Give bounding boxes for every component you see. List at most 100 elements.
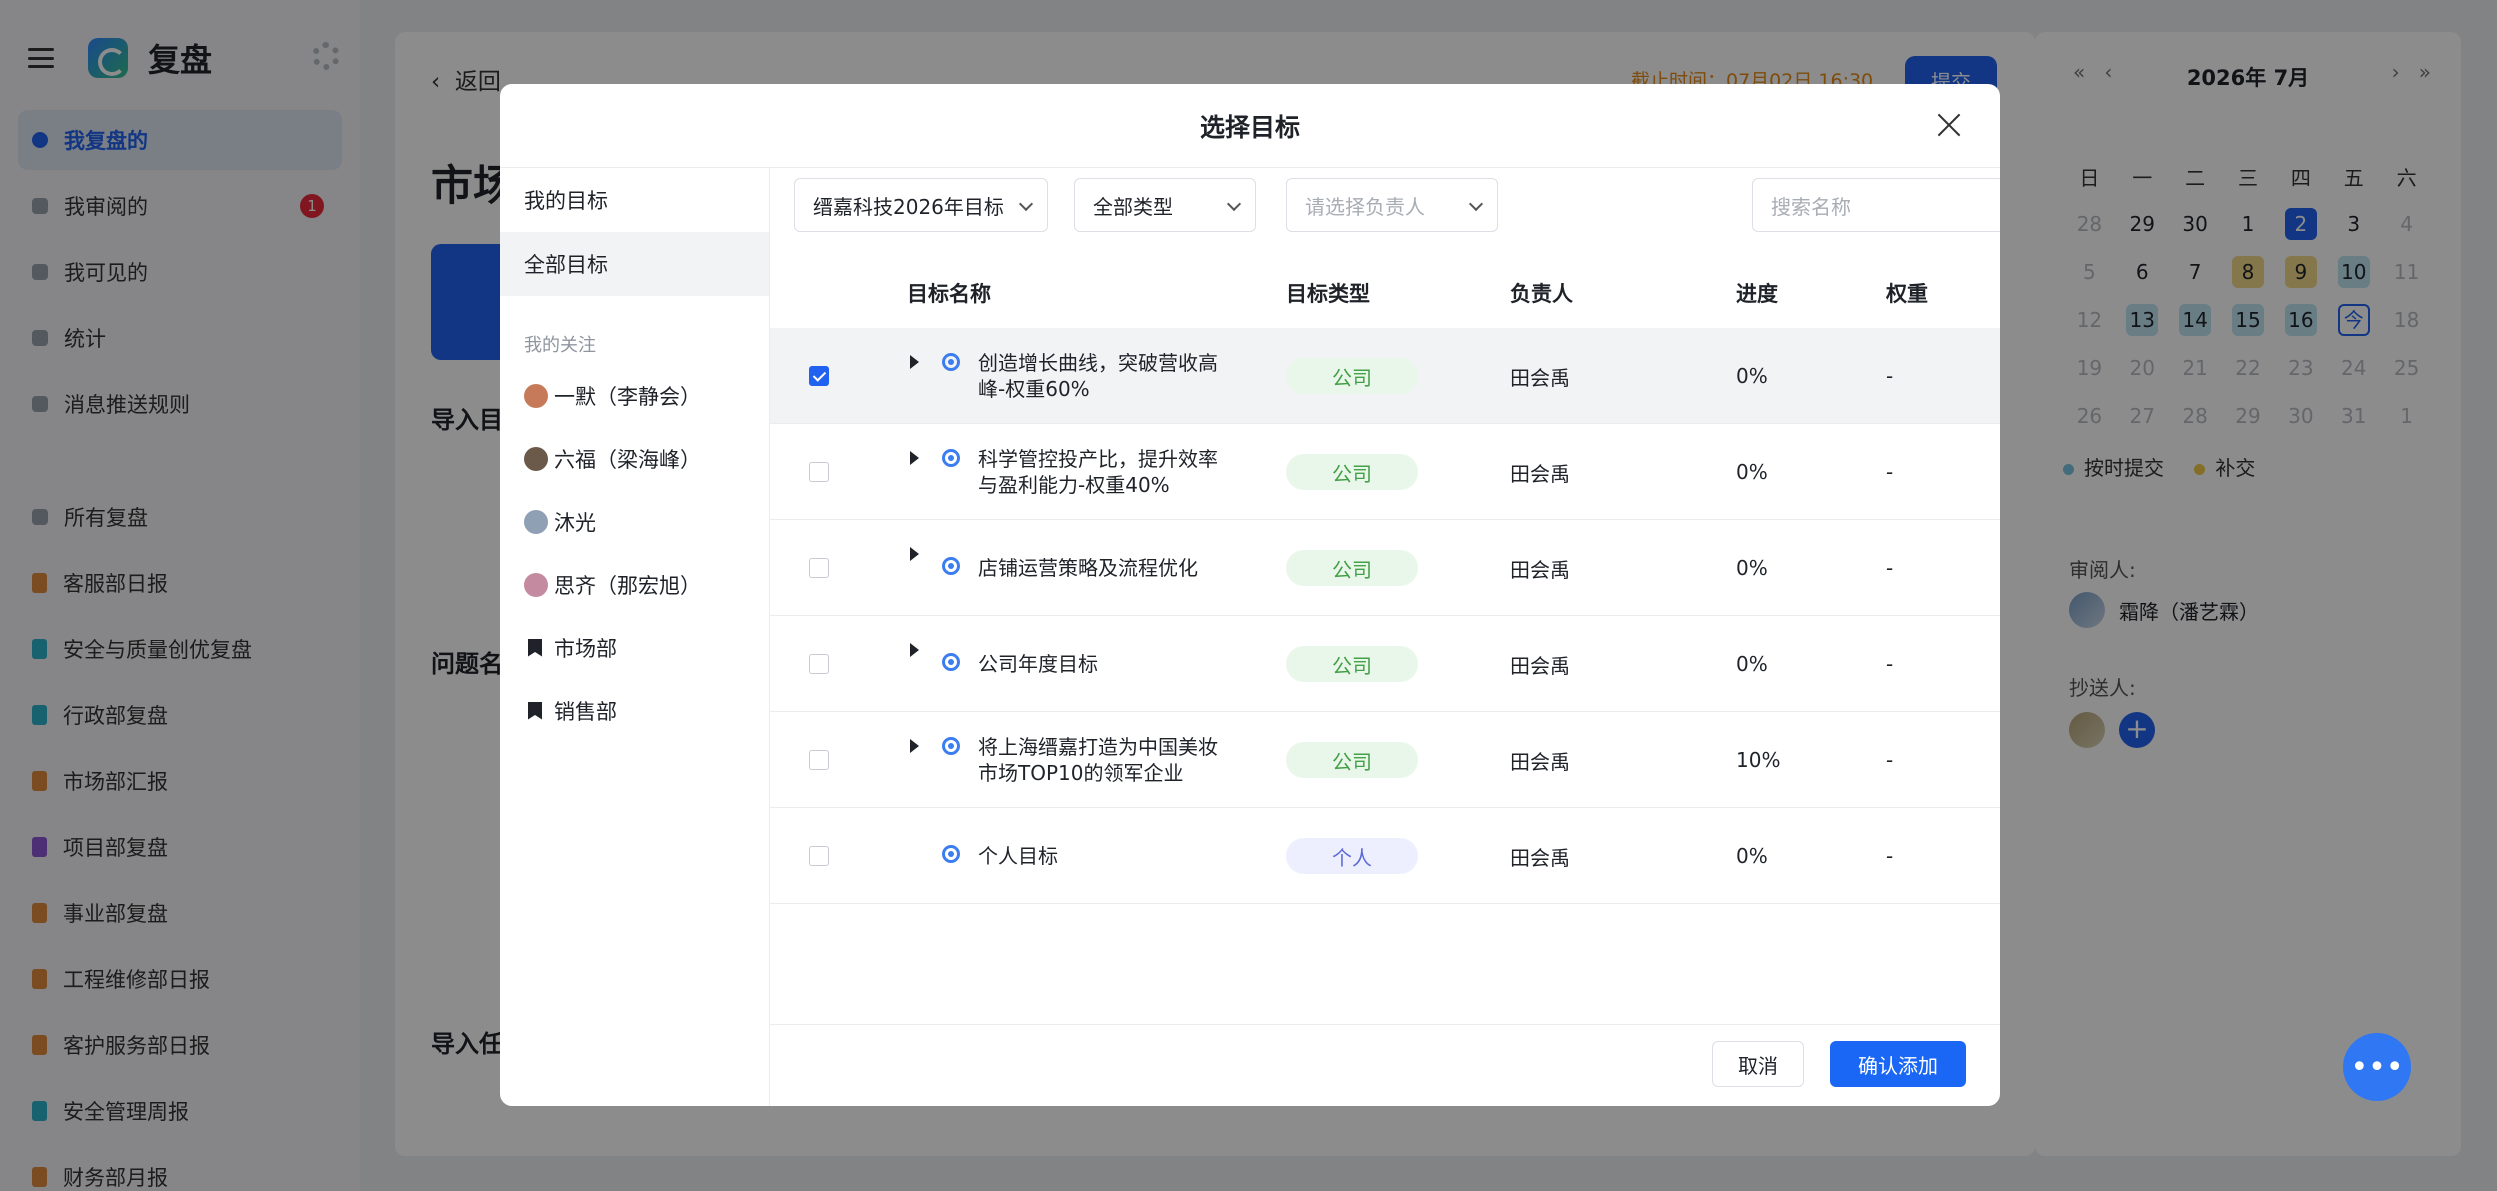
left-nav-item-0[interactable]: 我的目标 — [500, 168, 769, 232]
owner-cell: 田会禹 — [1510, 365, 1570, 390]
goal-name-cell: 店铺运营策略及流程优化 — [978, 520, 1218, 616]
row-checkbox[interactable] — [809, 366, 829, 386]
expand-caret-icon[interactable] — [910, 547, 919, 561]
weight-cell: - — [1886, 748, 1894, 772]
table-row[interactable]: 个人目标 个人 田会禹 0% - — [770, 808, 2000, 904]
follow-item-1[interactable]: 六福（梁海峰） — [500, 427, 769, 490]
owner-cell: 田会禹 — [1510, 749, 1570, 774]
owner-cell: 田会禹 — [1510, 461, 1570, 486]
goal-type-tag: 公司 — [1286, 742, 1418, 778]
checkbox-cell — [809, 616, 829, 712]
expand-caret-icon[interactable] — [910, 355, 919, 369]
follow-item-4[interactable]: 市场部 — [500, 616, 769, 679]
goal-name: 将上海缙嘉打造为中国美妆市场TOP10的领军企业 — [978, 735, 1218, 785]
col-goal-name: 目标名称 — [907, 282, 991, 306]
weight-cell: - — [1886, 364, 1894, 388]
modal-footer: 取消 确认添加 — [770, 1024, 2000, 1106]
follow-item-label: 六福（梁海峰） — [554, 447, 701, 472]
expand-caret-icon[interactable] — [910, 451, 919, 465]
left-nav-item-1[interactable]: 全部目标 — [500, 232, 769, 296]
target-icon — [942, 557, 960, 575]
target-icon — [942, 653, 960, 671]
follow-item-label: 沐光 — [554, 510, 596, 535]
goal-name-cell: 将上海缙嘉打造为中国美妆市场TOP10的领军企业 — [978, 712, 1218, 808]
table-row[interactable]: 公司年度目标 公司 田会禹 0% - — [770, 616, 2000, 712]
target-icon — [942, 845, 960, 863]
expand-cell — [910, 424, 919, 520]
weight-cell: - — [1886, 652, 1894, 676]
avatar — [524, 572, 548, 597]
goalset-select[interactable]: 缙嘉科技2026年目标 — [794, 178, 1048, 232]
table-row[interactable]: 科学管控投产比，提升效率与盈利能力-权重40% 公司 田会禹 0% - — [770, 424, 2000, 520]
checkbox-cell — [809, 808, 829, 904]
modal-left-nav: 我的目标 全部目标 我的关注 一默（李静会） 六福（梁海峰） 沐光 思齐（那宏旭） 市场部… — [500, 168, 770, 1106]
owner-select[interactable]: 请选择负责人 — [1286, 178, 1498, 232]
col-progress: 进度 — [1736, 282, 1778, 306]
goal-icon-cell — [942, 616, 960, 712]
expand-caret-icon[interactable] — [910, 739, 919, 753]
goal-type-cell: 公司 — [1286, 328, 1418, 424]
progress-cell: 0% — [1736, 460, 1768, 484]
goal-type-tag: 公司 — [1286, 454, 1418, 490]
search-placeholder: 搜索名称 — [1771, 194, 1851, 219]
progress-cell: 0% — [1736, 364, 1768, 388]
progress-cell: 10% — [1736, 748, 1781, 772]
col-owner: 负责人 — [1510, 282, 1573, 306]
close-icon[interactable] — [1932, 108, 1966, 142]
chevron-down-icon — [1468, 196, 1484, 212]
type-select[interactable]: 全部类型 — [1074, 178, 1256, 232]
checkbox-cell — [809, 424, 829, 520]
owner-cell: 田会禹 — [1510, 845, 1570, 870]
table-row[interactable]: 将上海缙嘉打造为中国美妆市场TOP10的领军企业 公司 田会禹 10% - — [770, 712, 2000, 808]
follow-item-3[interactable]: 思齐（那宏旭） — [500, 553, 769, 616]
col-goal-type: 目标类型 — [1286, 282, 1370, 306]
follow-item-2[interactable]: 沐光 — [500, 490, 769, 553]
table-row[interactable]: 创造增长曲线，突破营收高峰-权重60% 公司 田会禹 0% - — [770, 328, 2000, 424]
avatar — [524, 509, 548, 534]
follow-item-0[interactable]: 一默（李静会） — [500, 364, 769, 427]
checkbox-cell — [809, 712, 829, 808]
more-actions-button[interactable]: ••• — [2343, 1033, 2411, 1101]
bookmark-icon — [528, 638, 542, 657]
target-icon — [942, 353, 960, 371]
goal-type-tag: 公司 — [1286, 550, 1418, 586]
goal-type-tag: 公司 — [1286, 358, 1418, 394]
follow-item-label: 思齐（那宏旭） — [554, 573, 701, 598]
table-row[interactable]: 店铺运营策略及流程优化 公司 田会禹 0% - — [770, 520, 2000, 616]
checkbox-cell — [809, 520, 829, 616]
goal-name-cell: 个人目标 — [978, 808, 1218, 904]
checkbox-cell — [809, 328, 829, 424]
confirm-add-button[interactable]: 确认添加 — [1830, 1041, 1966, 1087]
goal-table-body: 创造增长曲线，突破营收高峰-权重60% 公司 田会禹 0% - 科学管控投产比，提升效率与… — [770, 328, 2000, 904]
goal-name: 创造增长曲线，突破营收高峰-权重60% — [978, 351, 1218, 401]
goal-icon-cell — [942, 520, 960, 616]
expand-caret-icon[interactable] — [910, 643, 919, 657]
chevron-down-icon — [1226, 196, 1242, 212]
progress-cell: 0% — [1736, 556, 1768, 580]
goal-type-cell: 公司 — [1286, 616, 1418, 712]
owner-placeholder: 请选择负责人 — [1305, 194, 1425, 219]
row-checkbox[interactable] — [809, 750, 829, 770]
goal-name: 科学管控投产比，提升效率与盈利能力-权重40% — [978, 447, 1218, 497]
row-checkbox[interactable] — [809, 462, 829, 482]
goal-name-cell: 创造增长曲线，突破营收高峰-权重60% — [978, 328, 1218, 424]
follow-item-label: 市场部 — [554, 636, 617, 661]
row-checkbox[interactable] — [809, 558, 829, 578]
type-value: 全部类型 — [1093, 194, 1173, 219]
owner-cell: 田会禹 — [1510, 557, 1570, 582]
goal-type-tag: 个人 — [1286, 838, 1418, 874]
goal-icon-cell — [942, 712, 960, 808]
follow-item-5[interactable]: 销售部 — [500, 679, 769, 742]
row-checkbox[interactable] — [809, 846, 829, 866]
avatar — [524, 383, 548, 408]
goal-type-cell: 公司 — [1286, 712, 1418, 808]
table-header: 目标名称 目标类型 负责人 进度 权重 — [770, 258, 2000, 328]
cancel-button[interactable]: 取消 — [1712, 1041, 1804, 1087]
row-checkbox[interactable] — [809, 654, 829, 674]
expand-cell — [910, 520, 919, 616]
chevron-down-icon — [1018, 196, 1034, 212]
modal-header: 选择目标 — [500, 84, 2000, 168]
owner-cell: 田会禹 — [1510, 653, 1570, 678]
goal-icon-cell — [942, 424, 960, 520]
search-input[interactable]: 搜索名称 — [1752, 178, 2000, 232]
